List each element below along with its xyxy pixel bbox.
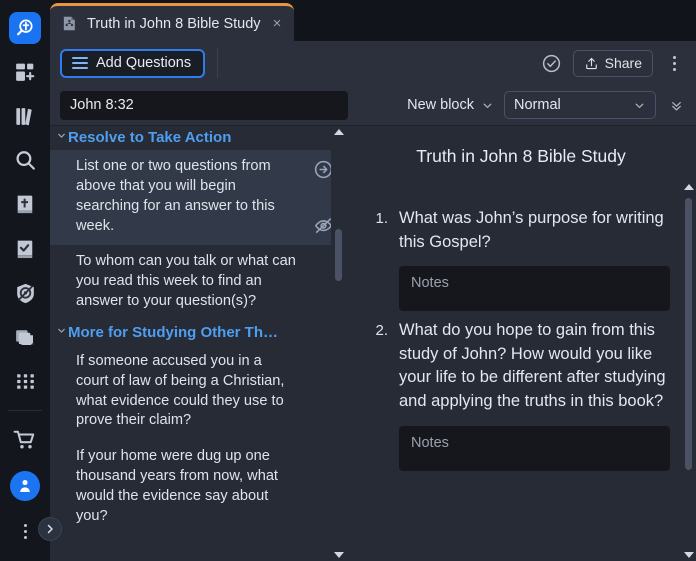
- question-body: What do you hope to gain from this study…: [399, 319, 670, 470]
- question-text: To whom can you talk or what can you rea…: [76, 253, 296, 309]
- question-text: What was John’s purpose for writing this…: [399, 207, 670, 254]
- store-cart-glyph: [12, 427, 38, 453]
- main-window: Truth in John 8 Bible Study × Add Questi…: [50, 0, 696, 561]
- page-title: Truth in John 8 Bible Study: [346, 126, 696, 167]
- tools-grid-icon[interactable]: [0, 360, 50, 404]
- reading-plan-glyph: [13, 237, 38, 262]
- double-chevron-glyph: [669, 98, 684, 113]
- documents-glyph: [13, 325, 38, 350]
- add-questions-label: Add Questions: [96, 55, 191, 71]
- document-question-row: 2. What do you hope to gain from this st…: [372, 319, 670, 470]
- search-glyph: [13, 148, 38, 173]
- new-layout-icon[interactable]: [0, 50, 50, 94]
- guides-shield-icon[interactable]: [0, 271, 50, 315]
- check-circle-icon[interactable]: [539, 50, 565, 76]
- tab-truth-in-john-8-bible-study[interactable]: Truth in John 8 Bible Study ×: [50, 3, 294, 41]
- question-text: What do you hope to gain from this study…: [399, 319, 670, 413]
- documents-stack-icon[interactable]: [0, 316, 50, 360]
- question-body: What was John’s purpose for writing this…: [399, 207, 670, 311]
- questions-scrollbar[interactable]: [331, 126, 346, 561]
- library-books-icon[interactable]: [0, 94, 50, 138]
- section-header-more-for-studying[interactable]: More for Studying Other Th…: [50, 321, 346, 345]
- tab-strip: Truth in John 8 Bible Study ×: [50, 0, 696, 41]
- account-avatar[interactable]: [0, 463, 50, 509]
- question-text: If your home were dug up one thousand ye…: [76, 448, 278, 524]
- paragraph-style-label: Normal: [514, 97, 561, 113]
- document-page-glyph: [61, 15, 78, 32]
- scrollbar-thumb[interactable]: [335, 229, 342, 281]
- chevron-down-icon: [56, 130, 67, 141]
- section-title: More for Studying Other Th…: [68, 324, 278, 341]
- kebab-dots: [15, 524, 35, 539]
- add-questions-button[interactable]: Add Questions: [60, 49, 205, 78]
- double-chevron-down-icon[interactable]: [666, 98, 687, 113]
- search-icon[interactable]: [0, 139, 50, 183]
- library-glyph: [13, 104, 38, 129]
- question-number: 2.: [372, 319, 388, 470]
- rail-bottom-group: [0, 417, 50, 561]
- upload-arrow-icon: [584, 56, 599, 71]
- questions-list: Resolve to Take Action List one or two q…: [50, 126, 346, 536]
- bible-book-icon[interactable]: [0, 183, 50, 227]
- question-list-item[interactable]: If someone accused you in a court of law…: [50, 345, 346, 440]
- question-number: 1.: [372, 207, 388, 311]
- document-question-list: 1. What was John’s purpose for writing t…: [346, 167, 696, 471]
- tab-title: Truth in John 8 Bible Study: [87, 16, 261, 32]
- question-list-item[interactable]: List one or two questions from above tha…: [50, 150, 346, 245]
- document-toolbar: Add Questions Share: [50, 41, 696, 85]
- chevron-right-glyph: [44, 523, 56, 535]
- reading-plan-check-icon[interactable]: [0, 227, 50, 271]
- toolbar-divider: [217, 48, 218, 78]
- chevron-down-icon: [633, 99, 646, 112]
- expand-sidebar-chevron-icon[interactable]: [38, 517, 62, 541]
- magnifier-cross-icon: [14, 17, 36, 39]
- document-panel: Truth in John 8 Bible Study 1. What was …: [346, 126, 696, 561]
- check-circle-glyph: [541, 53, 562, 74]
- new-block-label: New block: [407, 97, 474, 113]
- avatar-circle: [10, 471, 40, 501]
- logos-bible-app-logo[interactable]: [0, 6, 50, 50]
- question-text: List one or two questions from above tha…: [76, 158, 275, 234]
- hamburger-lines-icon: [72, 57, 88, 69]
- scrollbar-thumb[interactable]: [685, 198, 692, 470]
- share-button[interactable]: Share: [573, 50, 653, 77]
- left-icon-rail: [0, 0, 50, 561]
- vertical-kebab-icon[interactable]: [661, 50, 687, 76]
- close-icon[interactable]: ×: [270, 14, 285, 33]
- section-title: Resolve to Take Action: [68, 129, 231, 146]
- notes-input[interactable]: Notes: [399, 266, 670, 311]
- paragraph-style-dropdown[interactable]: Normal: [504, 91, 656, 119]
- logo-tile: [9, 12, 41, 44]
- guides-glyph: [13, 281, 38, 306]
- search-input-value: John 8:32: [70, 97, 134, 113]
- search-input[interactable]: John 8:32: [60, 91, 348, 120]
- rail-divider: [8, 410, 42, 411]
- scroll-down-arrow-icon[interactable]: [334, 552, 344, 558]
- content-body: Resolve to Take Action List one or two q…: [50, 126, 696, 561]
- scroll-down-arrow-icon[interactable]: [684, 552, 694, 558]
- share-label: Share: [605, 55, 642, 71]
- store-cart-icon[interactable]: [0, 417, 50, 463]
- document-page-icon: [61, 15, 78, 32]
- document-scrollbar[interactable]: [681, 126, 696, 561]
- question-list-item[interactable]: If your home were dug up one thousand ye…: [50, 440, 346, 535]
- section-header-resolve-to-take-action[interactable]: Resolve to Take Action: [50, 126, 346, 150]
- tools-grid-glyph: [13, 369, 38, 394]
- notes-input[interactable]: Notes: [399, 426, 670, 471]
- person-glyph: [16, 477, 34, 495]
- question-text: If someone accused you in a court of law…: [76, 353, 284, 429]
- chevron-down-icon: [56, 325, 67, 336]
- chevron-down-icon: [481, 99, 494, 112]
- kebab-dots: [664, 56, 684, 71]
- new-layout-glyph: [13, 60, 38, 85]
- scroll-up-arrow-icon[interactable]: [684, 184, 694, 190]
- question-list-item[interactable]: To whom can you talk or what can you rea…: [50, 245, 346, 321]
- document-question-row: 1. What was John’s purpose for writing t…: [372, 207, 670, 311]
- questions-panel: Resolve to Take Action List one or two q…: [50, 126, 346, 561]
- scroll-up-arrow-icon[interactable]: [334, 129, 344, 135]
- format-toolbar: John 8:32 New block Normal: [50, 85, 696, 126]
- bible-glyph: [13, 192, 38, 217]
- app-window: Truth in John 8 Bible Study × Add Questi…: [0, 0, 696, 561]
- new-block-dropdown[interactable]: New block: [407, 92, 494, 118]
